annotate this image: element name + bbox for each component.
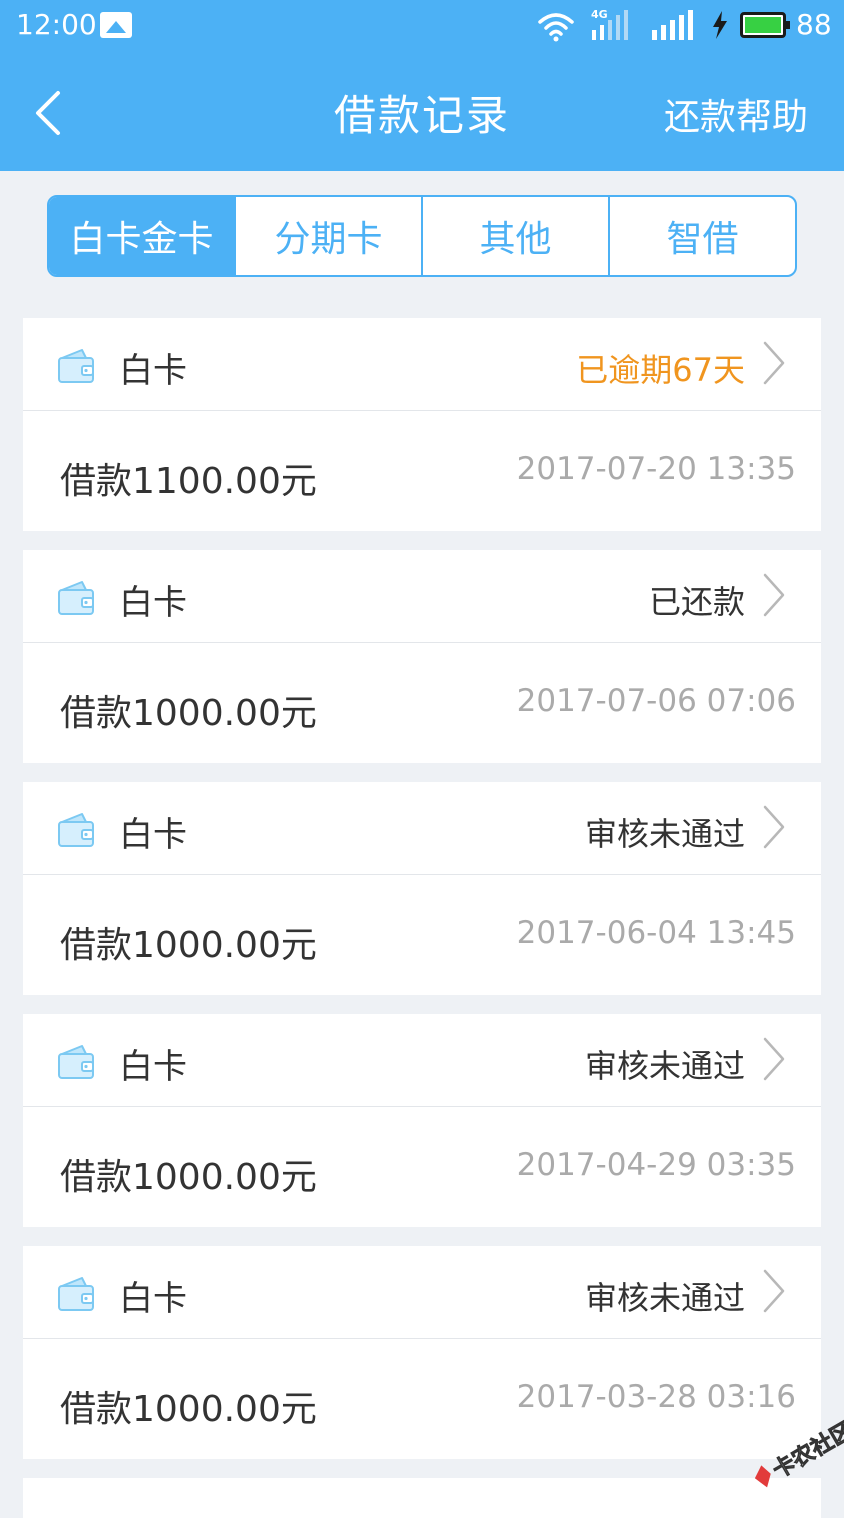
chevron-right-icon <box>763 573 785 617</box>
loan-amount: 借款1000.00元 <box>60 1157 317 1198</box>
battery-level: 88 <box>796 8 832 41</box>
watermark-logo: 卡农社区 <box>754 1417 844 1488</box>
loan-record-card[interactable]: 白卡 审核未通过 借款1000.00元 2017-06-04 13:45 <box>23 782 821 995</box>
chevron-right-icon <box>763 805 785 849</box>
network-type-label: 4G <box>591 8 608 21</box>
wallet-icon <box>58 1277 94 1311</box>
chevron-right-icon <box>763 341 785 385</box>
loan-time: 2017-06-04 13:45 <box>516 915 796 951</box>
loan-record-card-partial[interactable] <box>23 1478 821 1518</box>
status-badge: 已还款 <box>648 583 745 621</box>
loan-time: 2017-04-29 03:35 <box>516 1147 796 1183</box>
card-header: 白卡 审核未通过 <box>23 782 821 875</box>
tab-other[interactable]: 其他 <box>421 197 608 275</box>
card-type-label: 白卡 <box>119 1047 187 1087</box>
loan-record-card[interactable]: 白卡 审核未通过 借款1000.00元 2017-03-28 03:16 <box>23 1246 821 1459</box>
status-badge: 审核未通过 <box>584 1279 745 1317</box>
status-badge: 已逾期67天 <box>576 351 745 389</box>
wallet-icon <box>58 813 94 847</box>
watermark-text: 卡农社区 <box>768 1417 844 1484</box>
loan-record-card[interactable]: 白卡 已逾期67天 借款1100.00元 2017-07-20 13:35 <box>23 318 821 531</box>
card-header: 白卡 审核未通过 <box>23 1014 821 1107</box>
card-type-tabs: 白卡金卡 分期卡 其他 智借 <box>47 195 797 277</box>
signal-icon <box>652 10 693 40</box>
loan-amount: 借款1000.00元 <box>60 693 317 734</box>
charging-icon <box>713 11 727 39</box>
loan-amount: 借款1000.00元 <box>60 1389 317 1430</box>
status-badge: 审核未通过 <box>584 1047 745 1085</box>
tab-white-gold-card[interactable]: 白卡金卡 <box>49 197 234 275</box>
card-type-label: 白卡 <box>119 815 187 855</box>
loan-amount: 借款1000.00元 <box>60 925 317 966</box>
wallet-icon <box>58 349 94 383</box>
loan-amount: 借款1100.00元 <box>60 461 317 502</box>
card-header: 白卡 审核未通过 <box>23 1246 821 1339</box>
loan-time: 2017-07-20 13:35 <box>516 451 796 487</box>
loan-time: 2017-07-06 07:06 <box>516 683 796 719</box>
chevron-right-icon <box>763 1037 785 1081</box>
card-type-label: 白卡 <box>119 1279 187 1319</box>
nav-bar: 借款记录 还款帮助 <box>0 54 844 171</box>
tab-installment-card[interactable]: 分期卡 <box>234 197 421 275</box>
card-type-label: 白卡 <box>119 351 187 391</box>
tab-smart-loan[interactable]: 智借 <box>608 197 795 275</box>
back-arrow-icon[interactable] <box>28 90 68 136</box>
wallet-icon <box>58 581 94 615</box>
loan-record-card[interactable]: 白卡 审核未通过 借款1000.00元 2017-04-29 03:35 <box>23 1014 821 1227</box>
loan-record-list: 白卡 已逾期67天 借款1100.00元 2017-07-20 13:35 白卡… <box>23 318 821 1518</box>
gallery-icon <box>100 12 132 38</box>
card-header: 白卡 已逾期67天 <box>23 318 821 411</box>
card-type-label: 白卡 <box>119 583 187 623</box>
top-bar: 12:00 4G 88 借款记录 还款帮助 <box>0 0 844 171</box>
status-time: 12:00 <box>16 8 97 41</box>
chevron-right-icon <box>763 1269 785 1313</box>
loan-record-card[interactable]: 白卡 已还款 借款1000.00元 2017-07-06 07:06 <box>23 550 821 763</box>
wifi-icon <box>538 13 574 42</box>
repay-help-link[interactable]: 还款帮助 <box>664 88 808 140</box>
status-badge: 审核未通过 <box>584 815 745 853</box>
card-header: 白卡 已还款 <box>23 550 821 643</box>
battery-icon <box>740 12 790 38</box>
wallet-icon <box>58 1045 94 1079</box>
status-bar: 12:00 4G 88 <box>0 0 844 54</box>
